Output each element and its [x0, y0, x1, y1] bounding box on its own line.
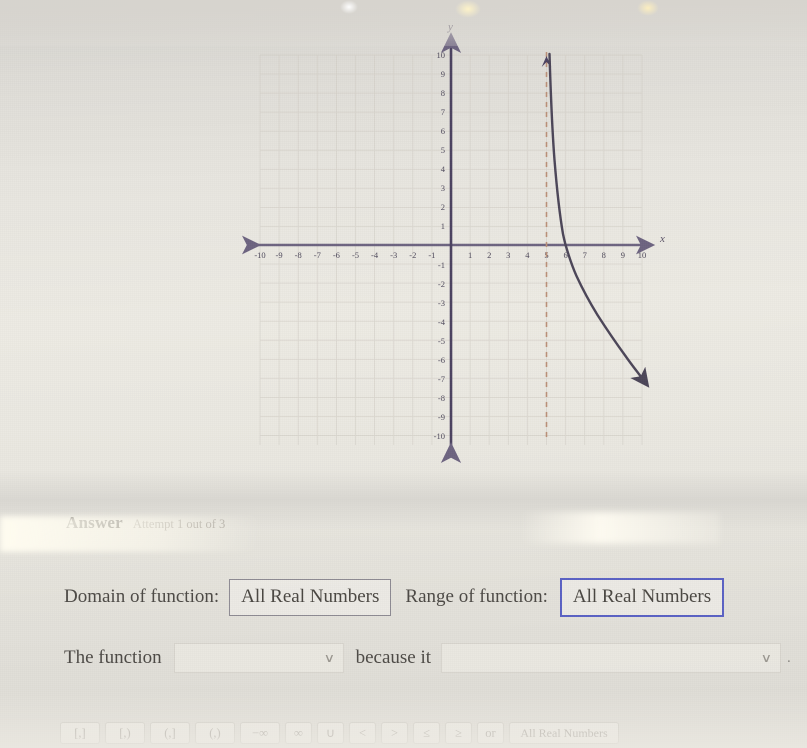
answer-header: Answer Attempt 1 out of 3 — [66, 513, 225, 533]
infinity-button[interactable]: ∞ — [285, 722, 312, 744]
function-curve — [548, 52, 650, 388]
svg-text:-10: -10 — [434, 431, 445, 441]
svg-text:1: 1 — [468, 250, 472, 260]
attempt-counter: Attempt 1 out of 3 — [132, 517, 226, 531]
domain-range-row: Domain of function: All Real Numbers Ran… — [64, 578, 725, 617]
svg-text:7: 7 — [583, 250, 587, 260]
reason-select[interactable]: ∨ — [441, 643, 782, 673]
less-than-button[interactable]: < — [349, 722, 376, 744]
svg-text:-2: -2 — [438, 279, 445, 289]
svg-text:6: 6 — [441, 126, 445, 136]
graph-svg: x y -10 -9 -8 -7 -6 -5 -4 -3 -2 -1 1 2 3… — [242, 21, 665, 463]
svg-text:-4: -4 — [371, 250, 379, 260]
svg-text:8: 8 — [441, 88, 445, 98]
svg-text:-5: -5 — [438, 336, 445, 346]
range-input[interactable]: All Real Numbers — [559, 578, 725, 617]
svg-text:-4: -4 — [438, 317, 446, 327]
svg-text:-6: -6 — [438, 355, 445, 365]
svg-text:-6: -6 — [333, 250, 340, 260]
svg-text:10: 10 — [437, 50, 446, 60]
svg-text:-9: -9 — [276, 250, 283, 260]
svg-text:-1: -1 — [438, 260, 445, 270]
svg-text:8: 8 — [602, 250, 606, 260]
svg-text:-8: -8 — [295, 250, 302, 260]
svg-text:5: 5 — [441, 145, 445, 155]
all-real-numbers-button[interactable]: All Real Numbers — [509, 722, 619, 744]
svg-text:-3: -3 — [390, 250, 397, 260]
svg-text:-3: -3 — [438, 298, 445, 308]
svg-text:-2: -2 — [409, 250, 416, 260]
statement-period: . — [787, 649, 791, 666]
svg-text:4: 4 — [525, 250, 530, 260]
bracket-closed-closed-button[interactable]: [,] — [60, 722, 100, 744]
chevron-down-icon: ∨ — [760, 651, 773, 665]
y-axis-label: y — [447, 21, 453, 33]
svg-text:-1: -1 — [428, 250, 435, 260]
svg-text:2: 2 — [441, 202, 445, 212]
chevron-down-icon: ∨ — [323, 651, 335, 665]
svg-text:2: 2 — [487, 250, 491, 260]
svg-text:10: 10 — [638, 250, 647, 260]
svg-text:-5: -5 — [352, 250, 359, 260]
x-axis-label: x — [659, 233, 665, 245]
svg-text:-7: -7 — [438, 374, 445, 384]
function-statement-row: The function ∨ because it ∨ . — [64, 643, 794, 673]
negative-infinity-button[interactable]: −∞ — [240, 722, 280, 744]
bracket-open-closed-button[interactable]: (,] — [150, 722, 190, 744]
svg-text:3: 3 — [441, 183, 445, 193]
svg-text:-7: -7 — [314, 250, 321, 260]
svg-text:9: 9 — [621, 250, 625, 260]
svg-text:7: 7 — [441, 107, 445, 117]
svg-text:9: 9 — [441, 69, 445, 79]
function-behavior-select[interactable]: ∨ — [173, 643, 344, 673]
domain-label: Domain of function: — [64, 586, 220, 608]
math-symbol-toolbar: [,] [,) (,] (,) −∞ ∞ ∪ < > ≤ ≥ or All Real Numbers — [60, 722, 619, 744]
greater-than-button[interactable]: > — [381, 722, 408, 744]
or-button[interactable]: or — [477, 722, 504, 744]
svg-text:-8: -8 — [438, 393, 445, 403]
answer-heading: Answer — [66, 513, 123, 532]
union-button[interactable]: ∪ — [317, 722, 344, 744]
function-graph: x y -10 -9 -8 -7 -6 -5 -4 -3 -2 -1 1 2 3… — [236, 10, 668, 480]
domain-input[interactable]: All Real Numbers — [229, 579, 392, 616]
range-label: Range of function: — [405, 586, 548, 608]
svg-text:-10: -10 — [254, 250, 265, 260]
less-than-or-equal-button[interactable]: ≤ — [413, 722, 440, 744]
statement-prefix: The function — [64, 647, 162, 668]
svg-text:3: 3 — [506, 250, 510, 260]
statement-middle: because it — [355, 647, 432, 668]
greater-than-or-equal-button[interactable]: ≥ — [445, 722, 472, 744]
svg-text:-9: -9 — [438, 412, 445, 422]
svg-text:1: 1 — [441, 221, 445, 231]
bracket-closed-open-button[interactable]: [,) — [105, 722, 145, 744]
bracket-open-open-button[interactable]: (,) — [195, 722, 235, 744]
